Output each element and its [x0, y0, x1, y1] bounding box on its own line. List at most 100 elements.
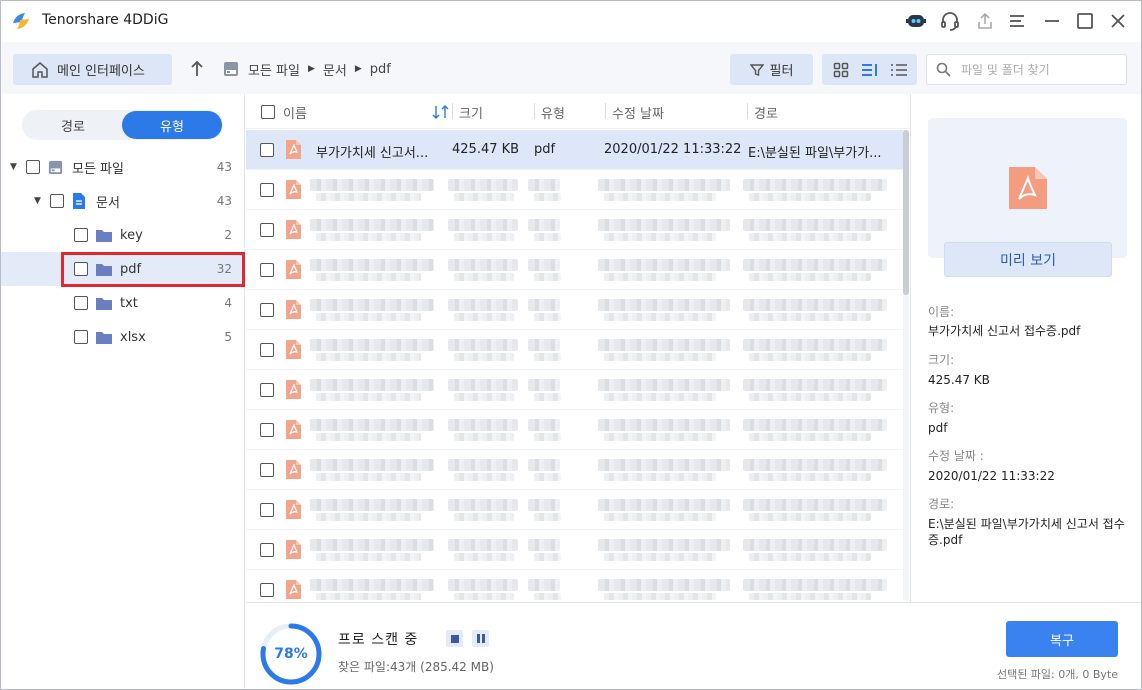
table-row[interactable]	[246, 210, 906, 250]
checkbox[interactable]	[50, 194, 64, 208]
pause-icon[interactable]	[472, 630, 489, 647]
caret-down-icon[interactable]: ▼	[34, 196, 41, 206]
vertical-scrollbar[interactable]	[903, 130, 909, 600]
obscured-cell	[454, 433, 514, 441]
type-value: pdf	[928, 421, 948, 435]
row-checkbox[interactable]	[260, 343, 274, 357]
sort-icon[interactable]	[432, 105, 450, 119]
obscured-cell	[316, 593, 421, 600]
home-button[interactable]: 메인 인터페이스	[13, 54, 172, 85]
menu-icon[interactable]	[1005, 9, 1029, 33]
search-input[interactable]	[961, 62, 1111, 77]
checkbox[interactable]	[74, 330, 88, 344]
recover-button[interactable]: 복구	[1006, 621, 1118, 657]
stop-icon[interactable]	[446, 630, 463, 647]
obscured-cell	[743, 499, 887, 511]
obscured-cell	[749, 553, 871, 561]
row-type: pdf	[534, 142, 556, 157]
obscured-cell	[749, 433, 871, 441]
row-checkbox[interactable]	[260, 303, 274, 317]
column-header-modified[interactable]: 수정 날짜	[612, 103, 664, 122]
table-row[interactable]	[246, 410, 906, 450]
column-header-type[interactable]: 유형	[541, 103, 565, 122]
table-row[interactable]	[246, 370, 906, 410]
tab-type[interactable]: 유형	[122, 111, 222, 139]
obscured-cell	[316, 553, 421, 561]
obscured-cell	[598, 419, 730, 431]
checkbox[interactable]	[26, 160, 40, 174]
row-checkbox[interactable]	[260, 383, 274, 397]
row-path: E:\분실된 파일\부가가...	[748, 146, 882, 161]
select-all-checkbox[interactable]	[261, 105, 275, 119]
obscured-cell	[534, 593, 561, 600]
obscured-cell	[310, 219, 434, 231]
obscured-cell	[598, 459, 730, 471]
tree-item-all-files[interactable]: ▼ 모든 파일 43	[0, 150, 244, 184]
table-row[interactable]: 부가가치세 신고서... 425.47 KB pdf 2020/01/22 11…	[246, 130, 906, 170]
grid-view-icon[interactable]	[829, 58, 853, 82]
obscured-cell	[454, 553, 514, 561]
tree-item-documents[interactable]: ▼ 문서 43	[0, 184, 244, 218]
obscured-cell	[448, 339, 518, 351]
filter-button[interactable]: 필터	[730, 54, 813, 85]
search-box[interactable]	[926, 54, 1127, 85]
scrollbar-thumb[interactable]	[903, 130, 909, 295]
funnel-icon	[749, 63, 764, 76]
row-checkbox[interactable]	[260, 503, 274, 517]
table-row[interactable]	[246, 490, 906, 530]
folder-icon	[96, 331, 112, 344]
pdf-file-icon	[286, 260, 301, 279]
column-header-path[interactable]: 경로	[754, 103, 778, 122]
table-row[interactable]	[246, 290, 906, 330]
obscured-cell	[528, 579, 560, 591]
row-checkbox[interactable]	[260, 143, 274, 157]
obscured-cell	[310, 419, 434, 431]
tree-item-label: txt	[120, 295, 138, 311]
close-icon[interactable]	[1106, 9, 1130, 33]
preview-button[interactable]: 미리 보기	[944, 242, 1112, 277]
robot-icon[interactable]	[904, 9, 928, 33]
checkbox[interactable]	[74, 228, 88, 242]
minimize-icon[interactable]	[1040, 9, 1064, 33]
tab-path[interactable]: 경로	[23, 111, 123, 139]
row-checkbox[interactable]	[260, 463, 274, 477]
share-icon[interactable]	[973, 9, 997, 33]
highlight-annotation-box	[61, 252, 245, 287]
row-checkbox[interactable]	[260, 263, 274, 277]
column-header-size[interactable]: 크기	[459, 103, 483, 122]
row-checkbox[interactable]	[260, 423, 274, 437]
caret-down-icon[interactable]: ▼	[10, 162, 17, 172]
breadcrumb-separator-icon: ▶	[354, 64, 362, 74]
row-checkbox[interactable]	[260, 583, 274, 597]
row-checkbox[interactable]	[260, 543, 274, 557]
obscured-cell	[604, 353, 716, 361]
table-row[interactable]	[246, 530, 906, 570]
table-row[interactable]	[246, 330, 906, 370]
drive-icon	[224, 62, 238, 76]
obscured-cell	[310, 179, 434, 191]
row-checkbox[interactable]	[260, 183, 274, 197]
breadcrumb-item[interactable]: 모든 파일	[248, 60, 300, 79]
maximize-icon[interactable]	[1073, 9, 1097, 33]
table-row[interactable]	[246, 170, 906, 210]
up-arrow-icon[interactable]	[186, 56, 208, 82]
tree-item-label: key	[120, 227, 143, 243]
tree-item-key[interactable]: key 2	[0, 218, 244, 252]
detail-view-icon[interactable]	[858, 58, 882, 82]
obscured-cell	[448, 419, 518, 431]
table-row[interactable]	[246, 250, 906, 290]
list-view-icon[interactable]	[887, 58, 911, 82]
breadcrumb-item[interactable]: pdf	[370, 62, 391, 77]
breadcrumb-item[interactable]: 문서	[323, 60, 347, 79]
obscured-cell	[316, 193, 421, 201]
row-checkbox[interactable]	[260, 223, 274, 237]
obscured-cell	[598, 499, 730, 511]
tree-item-txt[interactable]: txt 4	[0, 286, 244, 320]
table-row[interactable]	[246, 450, 906, 490]
obscured-cell	[310, 299, 434, 311]
table-row[interactable]	[246, 570, 906, 600]
tree-item-xlsx[interactable]: xlsx 5	[0, 320, 244, 354]
headset-icon[interactable]	[938, 9, 962, 33]
checkbox[interactable]	[74, 296, 88, 310]
column-header-name[interactable]: 이름	[283, 103, 307, 122]
